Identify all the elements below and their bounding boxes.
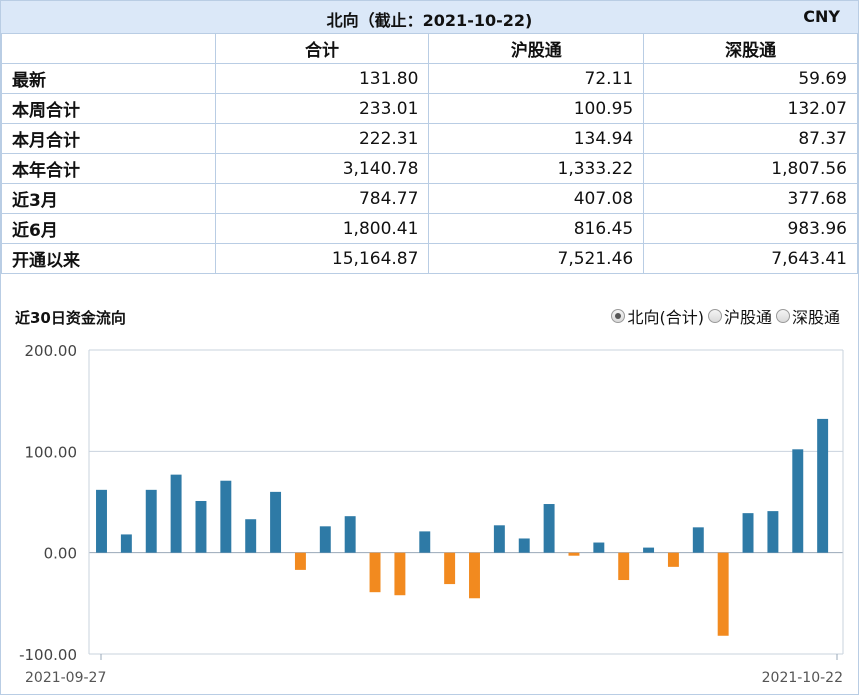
bar <box>618 552 630 581</box>
bar <box>120 534 132 553</box>
cell-value: 59.69 <box>643 63 858 94</box>
y-tick-label: 0.00 <box>44 545 77 563</box>
panel-title: 北向（截止：2021-10-22) <box>326 11 533 30</box>
flow-table: 合计 沪股通 深股通 最新 131.80 72.11 59.69 本周合计 23… <box>1 33 858 274</box>
title-bar: 北向（截止：2021-10-22) CNY <box>1 1 858 34</box>
bar <box>444 552 456 585</box>
bar <box>518 538 530 553</box>
row-label: 本年合计 <box>1 153 216 184</box>
cell-value: 3,140.78 <box>214 153 430 184</box>
bar <box>369 552 381 593</box>
table-row: 开通以来 15,164.87 7,521.46 7,643.41 <box>1 243 858 274</box>
bar <box>767 511 779 553</box>
chart-title: 近30日资金流向 <box>15 309 126 327</box>
cell-value: 7,521.46 <box>428 243 645 274</box>
cell-value: 7,643.41 <box>643 243 858 274</box>
bar <box>643 547 655 553</box>
bar <box>394 552 406 596</box>
cell-value: 784.77 <box>214 183 430 214</box>
row-label: 近6月 <box>1 213 216 244</box>
bar <box>692 527 704 553</box>
row-label: 最新 <box>1 63 216 94</box>
bar <box>568 552 580 556</box>
radio-selected-icon[interactable] <box>611 309 626 323</box>
bar <box>469 552 480 599</box>
bar <box>319 526 331 553</box>
cell-value: 407.08 <box>428 183 645 214</box>
cell-value: 87.37 <box>643 123 858 154</box>
cell-value: 377.68 <box>643 183 858 214</box>
cell-value: 1,807.56 <box>643 153 858 184</box>
cell-value: 233.01 <box>214 93 430 124</box>
col-sz-connect: 深股通 <box>643 33 858 64</box>
y-tick-label: 200.00 <box>25 342 78 360</box>
bar <box>792 449 804 553</box>
radio-north-total[interactable]: 北向(合计) <box>611 304 704 328</box>
cell-value: 1,800.41 <box>214 213 430 244</box>
bar <box>593 542 605 553</box>
currency-label: CNY <box>803 7 840 26</box>
bar <box>294 552 306 570</box>
bar <box>344 516 356 553</box>
cell-value: 132.07 <box>643 93 858 124</box>
y-tick-label: 100.00 <box>25 443 78 461</box>
col-total: 合计 <box>214 33 430 64</box>
bar <box>270 491 282 553</box>
bar <box>667 552 679 567</box>
cell-value: 816.45 <box>428 213 645 244</box>
table-corner <box>1 33 216 64</box>
flow-bar-chart: 200.00 100.00 0.00 -100.00 2021-09-27 2021-10… <box>19 342 844 686</box>
series-radio-group: 北向(合计) 沪股通 深股通 <box>607 304 840 328</box>
radio-label: 沪股通 <box>723 308 772 327</box>
bar <box>817 418 829 553</box>
bar <box>493 525 505 553</box>
table-row: 本年合计 3,140.78 1,333.22 1,807.56 <box>1 153 858 184</box>
table-row: 本周合计 233.01 100.95 132.07 <box>1 93 858 124</box>
radio-unselected-icon[interactable] <box>775 309 790 323</box>
cell-value: 15,164.87 <box>214 243 430 274</box>
bar <box>543 504 555 553</box>
radio-sz-connect[interactable]: 深股通 <box>775 304 840 328</box>
cell-value: 134.94 <box>428 123 645 154</box>
table-row: 近3月 784.77 407.08 377.68 <box>1 183 858 214</box>
table-row: 本月合计 222.31 134.94 87.37 <box>1 123 858 154</box>
radio-sh-connect[interactable]: 沪股通 <box>707 304 772 328</box>
radio-label: 深股通 <box>791 308 840 327</box>
row-label: 本周合计 <box>1 93 216 124</box>
bar <box>170 474 182 553</box>
north-flow-panel: 北向（截止：2021-10-22) CNY 合计 沪股通 深股通 最新 131.… <box>0 0 859 695</box>
cell-value: 100.95 <box>428 93 645 124</box>
row-label: 开通以来 <box>1 243 216 274</box>
bar <box>145 489 157 553</box>
bar <box>717 552 729 636</box>
row-label: 近3月 <box>1 183 216 214</box>
x-end-label: 2021-10-22 <box>762 670 843 686</box>
row-label: 本月合计 <box>1 123 216 154</box>
cell-value: 983.96 <box>643 213 858 244</box>
radio-label: 北向(合计) <box>627 308 704 327</box>
table-row: 最新 131.80 72.11 59.69 <box>1 63 858 94</box>
cell-value: 72.11 <box>428 63 645 94</box>
col-sh-connect: 沪股通 <box>428 33 645 64</box>
table-row: 近6月 1,800.41 816.45 983.96 <box>1 213 858 244</box>
radio-unselected-icon[interactable] <box>707 309 722 323</box>
bar <box>742 513 754 553</box>
table-header-row: 合计 沪股通 深股通 <box>1 33 858 64</box>
y-tick-label: -100.00 <box>19 646 77 664</box>
bar <box>96 489 107 553</box>
cell-value: 131.80 <box>214 63 430 94</box>
bar <box>419 531 431 553</box>
cell-value: 1,333.22 <box>428 153 645 184</box>
x-start-label: 2021-09-27 <box>25 670 106 686</box>
bar <box>220 480 232 553</box>
bar <box>195 500 207 553</box>
bar <box>245 519 257 553</box>
cell-value: 222.31 <box>214 123 430 154</box>
